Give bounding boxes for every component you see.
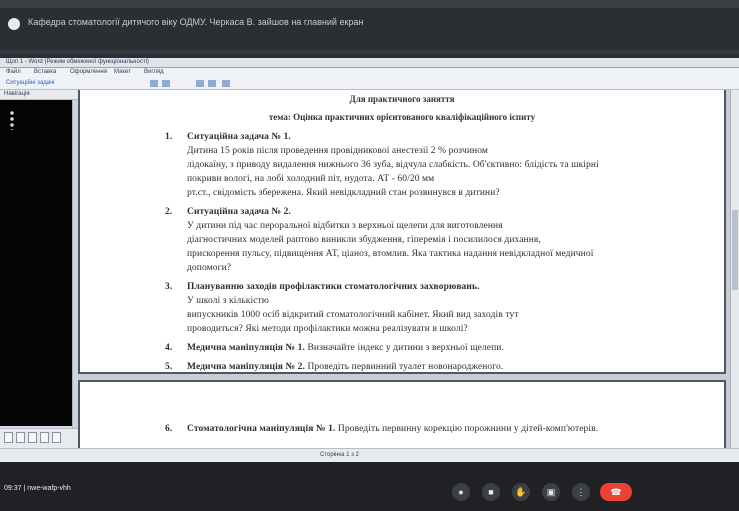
task-list: 1. Ситуаційна задача № 1. Дитина 15 рокі…: [165, 130, 685, 379]
meeting-time: 09:37: [4, 485, 22, 492]
present-icon: ▣: [546, 487, 556, 497]
notification-banner: Кафедра стоматології дитячого віку ОДМУ.…: [0, 0, 739, 58]
nav-button-icon[interactable]: [40, 432, 49, 443]
present-button[interactable]: ▣: [542, 483, 560, 501]
window-title: Щоп 1 - Word (Режим обмеженої функціонал…: [6, 59, 149, 65]
task-number: 2.: [165, 207, 173, 217]
menu-item[interactable]: Вигляд: [144, 69, 164, 75]
navigation-pane-footer: [0, 428, 78, 448]
raise-hand-button[interactable]: ✋: [512, 483, 530, 501]
task-line: рт.ст., свідомість збережена. Який невід…: [187, 188, 500, 198]
document-page-1: Для практичного заняття тема: Оцінка пра…: [78, 90, 726, 374]
banner-top-strip: [0, 0, 739, 8]
task-number: 1.: [165, 132, 173, 142]
nav-button-icon[interactable]: [28, 432, 37, 443]
task-title: Стоматологічна маніпуляція № 1.: [187, 424, 336, 434]
task-title: Плануванню заходів профілактики стоматол…: [187, 282, 480, 292]
task-line: Визначайте індекс у дитини з верхньої ще…: [307, 343, 504, 353]
more-vert-icon: ⋮: [576, 487, 586, 497]
microphone-icon: ●: [458, 487, 464, 497]
document-scrollbar[interactable]: [730, 90, 739, 448]
navigation-pane: [0, 100, 72, 426]
toolbar: Ситуаційні задачі: [0, 78, 739, 90]
scrollbar-thumb[interactable]: [732, 210, 738, 290]
task-line: випускників 1000 осіб відкритий стоматол…: [187, 310, 519, 320]
task-number: 6.: [165, 424, 173, 434]
task-line: діагностичних моделей раптово виникли зб…: [187, 235, 541, 245]
task-line: прискорення пульсу, підвищення АТ, ціано…: [187, 249, 594, 259]
page-header: тема: Оцінка практичних орієнтованого кв…: [268, 112, 536, 122]
end-call-button[interactable]: ☎: [600, 483, 632, 501]
document-area: Для практичного заняття тема: Оцінка пра…: [78, 90, 730, 448]
task-title: Медична маніпуляція № 2.: [187, 362, 305, 372]
task-item: 3. Плануванню заходів профілактики стома…: [165, 280, 685, 336]
page-indicator: Сторінка 1 з 2: [320, 452, 359, 458]
task-list: 6. Стоматологічна маніпуляція № 1. Прове…: [165, 422, 685, 441]
task-item: 5. Медична маніпуляція № 2. Проведіть пе…: [165, 360, 685, 374]
meeting-controls: 09:37 | nwe-wafp-vhh ● ■ ✋ ▣ ⋮ ☎: [0, 462, 739, 511]
window-title-bar: Щоп 1 - Word (Режим обмеженої функціонал…: [0, 58, 739, 68]
menu-item[interactable]: Макет: [114, 69, 131, 75]
indent-icon[interactable]: [222, 80, 230, 87]
task-line: покриви вологі, на лобі холодний піт, ну…: [187, 174, 435, 184]
task-line: проводиться? Які методи профілактики мож…: [187, 324, 468, 334]
task-item: 2. Ситуаційна задача № 2. У дитини під ч…: [165, 205, 685, 275]
menu-bar: Файл Вставка Оформлення Макет Вигляд: [0, 68, 739, 78]
bold-icon[interactable]: [150, 80, 158, 87]
task-line: допомоги?: [187, 263, 232, 273]
status-bar: Сторінка 1 з 2: [0, 448, 739, 462]
menu-item[interactable]: Вставка: [34, 69, 56, 75]
task-item: 6. Стоматологічна маніпуляція № 1. Прове…: [165, 422, 685, 436]
banner-divider: [0, 50, 739, 54]
page-header-top: Для практичного заняття: [349, 94, 455, 104]
drag-handle-icon[interactable]: [10, 110, 14, 130]
list-icon[interactable]: [208, 80, 216, 87]
camera-icon: ■: [488, 487, 494, 497]
banner-text: Кафедра стоматології дитячого віку ОДМУ.…: [28, 17, 364, 27]
task-title: Медична маніпуляція № 1.: [187, 343, 305, 353]
nav-button-icon[interactable]: [16, 432, 25, 443]
italic-icon[interactable]: [162, 80, 170, 87]
task-number: 5.: [165, 362, 173, 372]
menu-item[interactable]: Оформлення: [70, 69, 107, 75]
task-item: 4. Медична маніпуляція № 1. Визначайте і…: [165, 341, 685, 355]
meeting-code: nwe-wafp-vhh: [27, 485, 71, 492]
phone-hangup-icon: ☎: [610, 487, 622, 497]
task-line: Проведіть первинну корекцію порожнини у …: [337, 424, 599, 434]
camera-button[interactable]: ■: [482, 483, 500, 501]
navigation-pane-title: Навігація: [4, 91, 30, 97]
task-item: 1. Ситуаційна задача № 1. Дитина 15 рокі…: [165, 130, 685, 200]
task-line: У дитини під час пероральної відбитки з …: [187, 221, 503, 231]
more-options-button[interactable]: ⋮: [572, 483, 590, 501]
toolbar-label: Ситуаційні задачі: [6, 80, 55, 86]
navigation-pane-header: Навігація: [0, 90, 78, 100]
task-number: 3.: [165, 282, 173, 292]
task-line: Дитина 15 років після проведення провідн…: [187, 146, 489, 156]
task-line: Проведіть первинний туалет новонароджено…: [307, 362, 504, 372]
task-number: 4.: [165, 343, 173, 353]
task-title: Ситуаційна задача № 1.: [187, 132, 291, 142]
task-title: Ситуаційна задача № 2.: [187, 207, 291, 217]
task-line: У школі з кількістю: [187, 296, 270, 306]
meeting-info: 09:37 | nwe-wafp-vhh: [4, 485, 71, 492]
document-page-2: 6. Стоматологічна маніпуляція № 1. Прове…: [78, 380, 726, 448]
shared-screen: Щоп 1 - Word (Режим обмеженої функціонал…: [0, 58, 739, 462]
task-line: лідокаїну, з приводу видалення нижнього …: [187, 160, 599, 170]
nav-button-icon[interactable]: [52, 432, 61, 443]
info-icon: [8, 18, 20, 30]
menu-item[interactable]: Файл: [6, 69, 21, 75]
align-icon[interactable]: [196, 80, 204, 87]
nav-button-icon[interactable]: [4, 432, 13, 443]
mic-button[interactable]: ●: [452, 483, 470, 501]
hand-icon: ✋: [515, 487, 527, 497]
